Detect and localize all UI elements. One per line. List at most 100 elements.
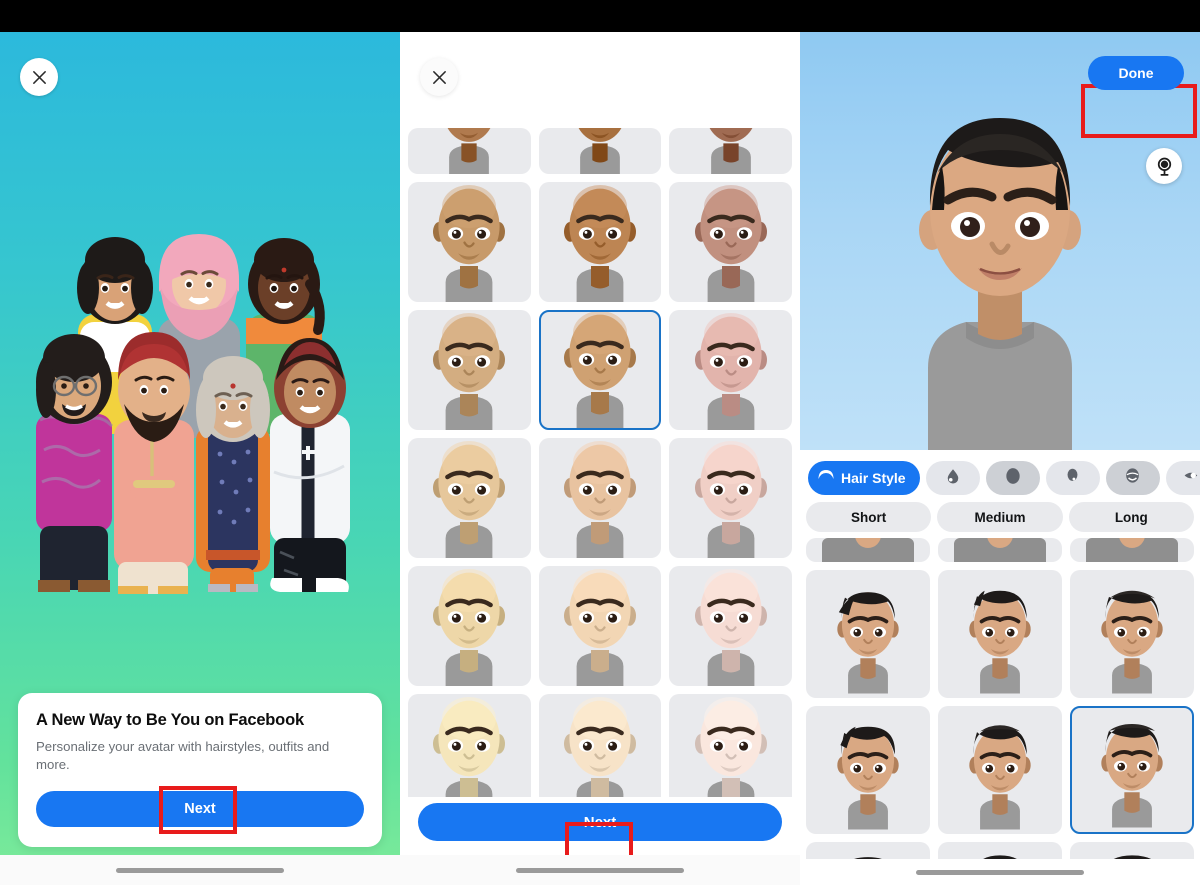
- hair-style-tile[interactable]: [938, 706, 1062, 834]
- bald-avatar-face: [433, 441, 506, 558]
- hair-length-subtabs[interactable]: Short Medium Long: [806, 502, 1194, 534]
- skin-tone-tile[interactable]: [669, 310, 792, 430]
- facial-hair-icon: [1123, 466, 1142, 490]
- hair-style-preview: [854, 857, 882, 859]
- hair-style-preview: [983, 855, 1017, 859]
- panel-skin-tone-picker: Next: [400, 0, 800, 885]
- skin-tone-tile[interactable]: [408, 566, 531, 686]
- bald-avatar-face: [433, 697, 506, 797]
- category-pill-skin-tone-droplet[interactable]: [925, 461, 980, 495]
- eyes-icon: [1183, 466, 1200, 490]
- skin-tone-tile[interactable]: [408, 438, 531, 558]
- skin-tone-tile[interactable]: [538, 694, 662, 797]
- intro-screen-body: A New Way to Be You on Facebook Personal…: [0, 32, 400, 885]
- hair-style-tile[interactable]: [806, 538, 930, 562]
- skin-tone-tile[interactable]: [538, 310, 662, 430]
- skin-tone-tile[interactable]: [538, 128, 662, 174]
- skin-tone-tile[interactable]: [408, 128, 531, 174]
- hair-style-avatar: [837, 592, 899, 694]
- eyes-icon: [1184, 472, 1198, 479]
- skin-tone-tile[interactable]: [538, 438, 662, 558]
- next-button[interactable]: Next: [418, 803, 782, 841]
- hair-length-tab-medium[interactable]: Medium: [937, 502, 1063, 532]
- hair-color-icon: [1067, 468, 1078, 481]
- avatar-preview: Done: [800, 32, 1200, 450]
- hair-style-tile[interactable]: [1070, 842, 1194, 859]
- bald-avatar-face: [694, 185, 767, 302]
- skin-tone-tile[interactable]: [669, 128, 792, 174]
- hair-style-tile[interactable]: [1070, 570, 1194, 698]
- hair-style-preview: [1114, 855, 1151, 859]
- mirror-icon[interactable]: [1146, 148, 1182, 184]
- hair-style-tile[interactable]: [1070, 538, 1194, 562]
- bald-avatar-face: [447, 128, 491, 174]
- skin-tone-tile[interactable]: [669, 182, 792, 302]
- bald-avatar-face: [709, 128, 753, 174]
- status-bar: [0, 0, 400, 32]
- status-bar: [400, 0, 800, 32]
- hair-length-tab-short[interactable]: Short: [806, 502, 932, 532]
- bald-avatar-face: [433, 569, 506, 686]
- category-pill-face-shape[interactable]: [985, 461, 1040, 495]
- category-pill-hair-style[interactable]: Hair Style: [808, 461, 920, 495]
- page-title: A New Way to Be You on Facebook: [36, 710, 304, 729]
- bald-avatar-face: [563, 569, 636, 686]
- promo-subtitle: Personalize your avatar with hairstyles,…: [36, 738, 330, 773]
- skin-picker-body: Next: [400, 32, 800, 885]
- category-pill-row[interactable]: Hair Style: [800, 456, 1200, 500]
- hair-style-avatar: [969, 725, 1031, 830]
- avatar-editor-body: Done Hair Style Short Medium Long: [800, 32, 1200, 885]
- hair-style-tile[interactable]: [1070, 706, 1194, 834]
- category-pill-hair-color[interactable]: [1045, 461, 1100, 495]
- hair-color-icon: [1064, 467, 1081, 489]
- hair-style-tile[interactable]: [938, 570, 1062, 698]
- skin-tone-droplet-icon: [947, 468, 958, 483]
- next-button-wrap: Next: [418, 803, 782, 841]
- face-shape-icon: [1005, 467, 1020, 484]
- home-indicator-area: [400, 855, 800, 885]
- hair-style-tile[interactable]: [806, 706, 930, 834]
- category-pill-label: Hair Style: [841, 470, 906, 486]
- hair-style-grid[interactable]: [806, 538, 1194, 859]
- skin-tone-tile[interactable]: [538, 182, 662, 302]
- panel-avatar-intro: A New Way to Be You on Facebook Personal…: [0, 0, 400, 885]
- skin-tone-tile[interactable]: [538, 566, 662, 686]
- skin-tone-tile[interactable]: [669, 438, 792, 558]
- face-shape-icon: [1003, 466, 1023, 491]
- home-indicator: [516, 867, 684, 873]
- facial-hair-icon: [1126, 468, 1139, 483]
- skin-tone-tile[interactable]: [669, 566, 792, 686]
- home-indicator-area: [0, 855, 400, 885]
- skin-tone-grid[interactable]: [408, 128, 792, 797]
- category-pill-facial-hair[interactable]: [1105, 461, 1160, 495]
- skin-tone-tile[interactable]: [408, 182, 531, 302]
- category-pill-eyes[interactable]: [1165, 461, 1200, 495]
- close-icon[interactable]: [420, 58, 458, 96]
- home-indicator: [116, 867, 284, 873]
- skin-tone-droplet-icon: [944, 467, 962, 490]
- hair-style-avatar: [969, 590, 1031, 694]
- bald-avatar-face: [694, 313, 767, 430]
- done-button[interactable]: Done: [1088, 56, 1184, 90]
- hair-style-avatar: [837, 726, 899, 830]
- hair-style-tile[interactable]: [806, 570, 930, 698]
- bald-avatar-face: [694, 697, 767, 797]
- bald-avatar-face: [433, 185, 506, 302]
- three-panel-screenshot: A New Way to Be You on Facebook Personal…: [0, 0, 1200, 885]
- bald-avatar-face: [563, 697, 636, 797]
- bald-avatar-face: [563, 312, 636, 428]
- skin-tone-tile[interactable]: [408, 694, 531, 797]
- mirror-glyph: [1157, 157, 1171, 176]
- hair-style-tile[interactable]: [938, 842, 1062, 859]
- hair-style-tile[interactable]: [806, 842, 930, 859]
- skin-tone-tile[interactable]: [408, 310, 531, 430]
- hair-style-avatar: [1101, 724, 1163, 828]
- skin-tone-tile[interactable]: [669, 694, 792, 797]
- hair-style-tile[interactable]: [938, 538, 1062, 562]
- avatar-group-illustration: [36, 234, 350, 594]
- close-glyph: [432, 70, 446, 84]
- hair-length-tab-long[interactable]: Long: [1068, 502, 1194, 532]
- bald-avatar-face: [694, 569, 767, 686]
- close-icon[interactable]: [20, 58, 58, 96]
- next-button[interactable]: Next: [36, 791, 364, 827]
